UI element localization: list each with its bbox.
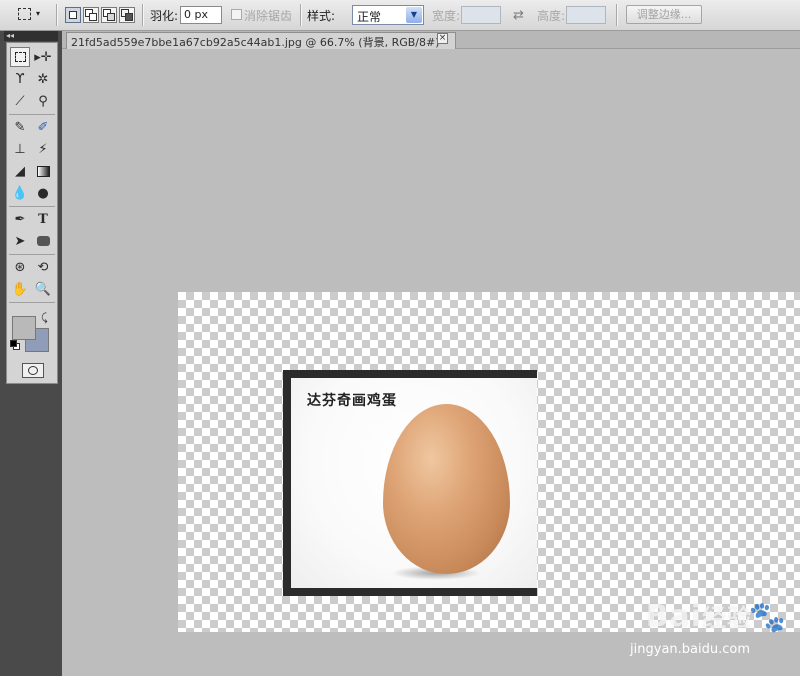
workspace[interactable]: 达芬奇画鸡蛋 Bai经验 🐾 jingyan.baidu.com <box>62 50 800 676</box>
document-tab-bar: 21fd5ad559e7bbe1a67cb92a5c44ab1.jpg @ 66… <box>62 31 800 49</box>
antialias-checkbox[interactable] <box>231 9 242 20</box>
egg-image <box>383 404 510 574</box>
move-tool-icon[interactable]: ▸✛ <box>33 47 53 67</box>
tools-panel-collapse[interactable]: ◂◂ <box>4 31 58 41</box>
rectangular-marquee-tool-icon[interactable] <box>10 47 30 67</box>
height-input[interactable] <box>566 6 606 24</box>
style-select[interactable]: 正常 ▼ <box>352 5 424 25</box>
refine-edge-button[interactable]: 调整边缘... <box>626 5 702 24</box>
separator <box>9 206 55 207</box>
crop-tool-icon[interactable]: ⟋ <box>10 91 30 111</box>
separator <box>9 254 55 255</box>
lasso-tool-icon[interactable]: ϒ <box>10 69 30 89</box>
path-selection-tool-icon[interactable]: ➤ <box>10 231 30 251</box>
width-input[interactable] <box>461 6 501 24</box>
width-label: 宽度: <box>432 9 461 23</box>
swap-dimensions-icon[interactable]: ⇄ <box>513 8 524 23</box>
default-colors-icon[interactable] <box>10 340 17 347</box>
swap-colors-icon[interactable]: ⤹ <box>41 311 48 325</box>
3d-orbit-tool-icon[interactable]: ⟲ <box>33 257 53 277</box>
height-label: 高度: <box>537 9 566 23</box>
quick-mask-icon[interactable] <box>22 363 44 378</box>
separator <box>142 4 143 26</box>
separator <box>56 4 57 26</box>
separator <box>616 4 617 26</box>
style-select-value: 正常 <box>357 10 382 24</box>
pasted-photo-layer[interactable]: 达芬奇画鸡蛋 <box>283 370 537 596</box>
options-bar: ▾ 羽化: 0 px 消除锯齿 样式: 正常 ▼ 宽度: ⇄ 高度: 调整边缘.… <box>0 0 800 31</box>
antialias-label: 消除锯齿 <box>244 9 293 23</box>
photo-caption: 达芬奇画鸡蛋 <box>307 393 397 409</box>
marquee-tool-preset-icon[interactable]: ▾ <box>14 6 44 24</box>
subtract-from-selection-button[interactable] <box>101 7 117 23</box>
separator <box>9 302 55 303</box>
blur-tool-icon[interactable]: 💧 <box>10 183 30 203</box>
feather-input[interactable]: 0 px <box>180 6 222 24</box>
eraser-tool-icon[interactable]: ◢ <box>10 161 30 181</box>
watermark-url: jingyan.baidu.com <box>630 642 750 657</box>
gradient-tool-icon[interactable] <box>33 161 53 181</box>
paw-logo-icon: 🐾 <box>748 600 786 635</box>
rectangle-shape-tool-icon[interactable] <box>33 231 53 251</box>
chevron-down-icon[interactable]: ▼ <box>406 7 422 23</box>
watermark-brand: Bai经验 <box>645 599 752 634</box>
baidu-watermark: Bai经验 🐾 jingyan.baidu.com <box>600 598 790 668</box>
document-tab[interactable]: 21fd5ad559e7bbe1a67cb92a5c44ab1.jpg @ 66… <box>66 32 456 49</box>
zoom-tool-icon[interactable]: 🔍 <box>33 279 53 299</box>
tools-panel-body: ▸✛ ϒ ✲ ⟋ ⚲ ✎ ✐ ⊥ ⚡ ◢ 💧 ● ✒ T ➤ ⊛ ⟲ ✋ 🔍 ⤹ <box>6 42 58 384</box>
healing-brush-tool-icon[interactable]: ✎ <box>10 117 30 137</box>
document-tab-title: 21fd5ad559e7bbe1a67cb92a5c44ab1.jpg @ 66… <box>71 36 449 49</box>
egg-photo: 达芬奇画鸡蛋 <box>291 378 537 588</box>
hand-tool-icon[interactable]: ✋ <box>10 279 30 299</box>
3d-rotate-tool-icon[interactable]: ⊛ <box>10 257 30 277</box>
magic-wand-tool-icon[interactable]: ✲ <box>33 69 53 89</box>
close-icon[interactable]: × <box>437 33 448 44</box>
intersect-selection-button[interactable] <box>119 7 135 23</box>
eyedropper-tool-icon[interactable]: ⚲ <box>33 91 53 111</box>
dodge-tool-icon[interactable]: ● <box>33 183 53 203</box>
foreground-color-swatch[interactable] <box>12 316 36 340</box>
history-brush-tool-icon[interactable]: ⚡ <box>33 139 53 159</box>
new-selection-button[interactable] <box>65 7 81 23</box>
pen-tool-icon[interactable]: ✒ <box>10 209 30 229</box>
tools-panel: ◂◂ ▸✛ ϒ ✲ ⟋ ⚲ ✎ ✐ ⊥ ⚡ ◢ 💧 ● ✒ T ➤ ⊛ ⟲ ✋ … <box>0 31 62 676</box>
feather-label: 羽化: <box>150 9 179 23</box>
clone-stamp-tool-icon[interactable]: ⊥ <box>10 139 30 159</box>
brush-tool-icon[interactable]: ✐ <box>33 117 53 137</box>
type-tool-icon[interactable]: T <box>33 209 53 229</box>
style-label: 样式: <box>307 9 336 23</box>
separator <box>300 4 301 26</box>
separator <box>9 114 55 115</box>
add-to-selection-button[interactable] <box>83 7 99 23</box>
